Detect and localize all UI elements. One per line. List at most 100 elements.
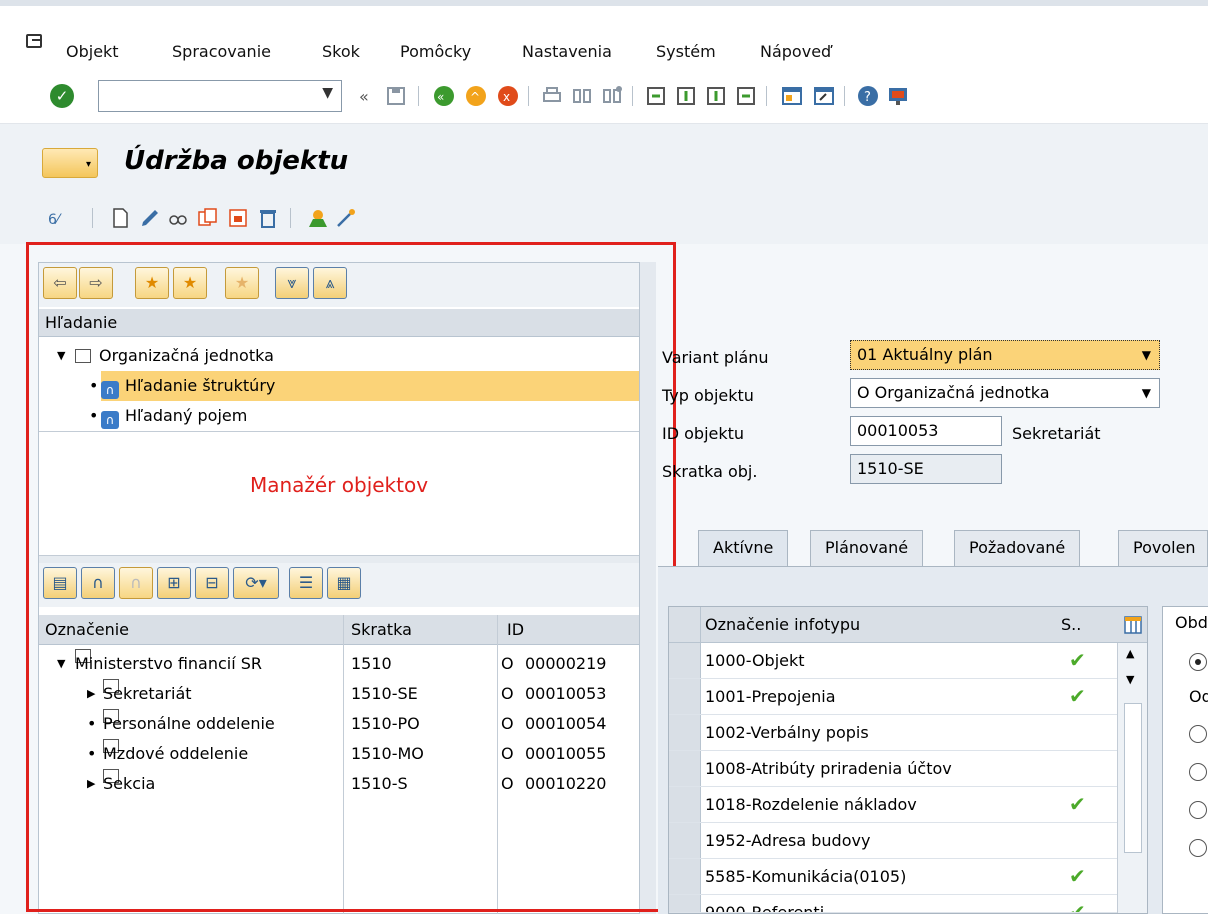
expand-down-icon[interactable]: ⩔: [275, 267, 309, 299]
favorite-icon[interactable]: ★: [173, 267, 207, 299]
table-row[interactable]: 1018-Rozdelenie nákladov ✔: [669, 787, 1147, 823]
scroll-thumb[interactable]: [1124, 703, 1142, 853]
menu-objekt[interactable]: Objekt: [66, 42, 119, 61]
find-next-icon[interactable]: [600, 84, 624, 108]
row-selector[interactable]: [669, 823, 701, 858]
table-row[interactable]: 9000-Referenti ✔: [669, 895, 1147, 913]
search-next-icon[interactable]: ∩: [119, 567, 153, 599]
menu-napoved[interactable]: Nápoveď: [760, 42, 831, 61]
row-selector[interactable]: [669, 895, 701, 912]
row-selector[interactable]: [669, 859, 701, 894]
back-green-icon[interactable]: «: [432, 84, 456, 108]
back-arrow-icon[interactable]: ⇦: [43, 267, 77, 299]
tree-node-structure-search[interactable]: ∩ Hľadanie štruktúry: [101, 371, 639, 401]
menu-system[interactable]: Systém: [656, 42, 716, 61]
details-icon[interactable]: ▤: [43, 567, 77, 599]
tree-node-term-search[interactable]: • ∩ Hľadaný pojem: [39, 401, 639, 431]
copy-icon[interactable]: [196, 206, 220, 230]
table-settings-icon[interactable]: [1123, 615, 1143, 635]
table-row[interactable]: • Personálne oddelenie 1510-PO O 0001005…: [39, 709, 639, 739]
table-row[interactable]: 1000-Objekt ✔: [669, 643, 1147, 679]
plan-variant-select[interactable]: 01 Aktuálny plán ▼: [850, 340, 1160, 370]
chevron-down-icon[interactable]: ▼: [322, 85, 333, 101]
infotype-scrollbar[interactable]: ▲ ▼: [1117, 643, 1147, 913]
find-icon[interactable]: [570, 84, 594, 108]
table-row[interactable]: ▶ Sekretariát 1510-SE O 00010053: [39, 679, 639, 709]
search-binoculars-icon[interactable]: ∩: [81, 567, 115, 599]
calendar-icon[interactable]: ▦: [327, 567, 361, 599]
object-type-select[interactable]: O Organizačná jednotka ▼: [850, 378, 1160, 408]
chevron-down-icon[interactable]: ▼: [1142, 341, 1151, 369]
add-favorite-icon[interactable]: ★: [135, 267, 169, 299]
object-id-input[interactable]: 00010053: [850, 416, 1002, 446]
tab-approved[interactable]: Povolen: [1118, 530, 1208, 566]
display-change-icon[interactable]: 6⁄: [48, 206, 72, 230]
back-double-chevron-icon[interactable]: «: [356, 84, 380, 108]
tab-requested[interactable]: Požadované: [954, 530, 1081, 566]
collapse-up-icon[interactable]: ⩓: [313, 267, 347, 299]
expand-triangle-icon[interactable]: ▼: [57, 341, 65, 371]
help-icon[interactable]: ?: [856, 84, 880, 108]
refresh-menu-icon[interactable]: ⟳▾: [233, 567, 279, 599]
period-radio-5[interactable]: [1189, 839, 1207, 857]
table-row[interactable]: • Mzdové oddelenie 1510-MO O 00010055: [39, 739, 639, 769]
table-row[interactable]: 1002-Verbálny popis: [669, 715, 1147, 751]
last-page-icon[interactable]: [734, 84, 758, 108]
period-radio-3[interactable]: [1189, 763, 1207, 781]
expand-triangle-icon[interactable]: ▶: [87, 769, 95, 799]
row-selector[interactable]: [669, 751, 701, 786]
column-header-status[interactable]: S..: [1061, 607, 1081, 643]
screen-menu-button[interactable]: ▾: [42, 148, 98, 178]
next-page-icon[interactable]: [704, 84, 728, 108]
collapse-node-icon[interactable]: ⊟: [195, 567, 229, 599]
cancel-icon[interactable]: x: [496, 84, 520, 108]
column-header-id[interactable]: ID: [507, 615, 524, 645]
shortcut-icon[interactable]: [812, 84, 836, 108]
tree-node-org-unit[interactable]: ▼ Organizačná jednotka: [39, 341, 639, 371]
layout-icon[interactable]: [886, 84, 910, 108]
menu-skok[interactable]: Skok: [322, 42, 360, 61]
new-session-icon[interactable]: [780, 84, 804, 108]
prev-page-icon[interactable]: [674, 84, 698, 108]
period-radio-1[interactable]: [1189, 653, 1207, 671]
table-row[interactable]: ▶ Sekcia 1510-S O 00010220: [39, 769, 639, 799]
period-radio-2[interactable]: [1189, 725, 1207, 743]
table-row[interactable]: 1001-Prepojenia ✔: [669, 679, 1147, 715]
command-field[interactable]: ▼: [98, 80, 342, 112]
tab-planned[interactable]: Plánované: [810, 530, 924, 566]
forward-arrow-icon[interactable]: ⇨: [79, 267, 113, 299]
tab-active[interactable]: Aktívne: [698, 530, 789, 566]
row-selector[interactable]: [669, 715, 701, 750]
delete-favorite-icon[interactable]: ★: [225, 267, 259, 299]
table-row[interactable]: 5585-Komunikácia(0105) ✔: [669, 859, 1147, 895]
table-row[interactable]: 1952-Adresa budovy: [669, 823, 1147, 859]
object-manager-scrollbar[interactable]: [640, 262, 656, 914]
table-row[interactable]: 1008-Atribúty priradenia účtov: [669, 751, 1147, 787]
table-row[interactable]: ▼ Ministerstvo financií SR 1510 O 000002…: [39, 649, 639, 679]
first-page-icon[interactable]: [644, 84, 668, 108]
scroll-down-icon[interactable]: ▼: [1126, 673, 1134, 686]
save-icon[interactable]: [384, 84, 408, 108]
change-icon[interactable]: [138, 206, 162, 230]
magic-wand-icon[interactable]: [334, 206, 358, 230]
menu-spracovanie[interactable]: Spracovanie: [172, 42, 271, 61]
ok-icon[interactable]: ✓: [50, 84, 74, 108]
expand-node-icon[interactable]: ⊞: [157, 567, 191, 599]
expand-triangle-icon[interactable]: ▶: [87, 679, 95, 709]
app-menu-icon[interactable]: [26, 34, 42, 48]
row-selector[interactable]: [669, 679, 701, 714]
menu-nastavenia[interactable]: Nastavenia: [522, 42, 612, 61]
list-icon[interactable]: ☰: [289, 567, 323, 599]
expand-triangle-icon[interactable]: ▼: [57, 649, 65, 679]
delete-icon[interactable]: [256, 206, 280, 230]
print-icon[interactable]: [540, 84, 564, 108]
chevron-down-icon[interactable]: ▼: [1142, 379, 1151, 407]
display-icon[interactable]: [166, 206, 190, 230]
delimit-icon[interactable]: [226, 206, 250, 230]
exit-icon[interactable]: ^: [464, 84, 488, 108]
column-header-abbr[interactable]: Skratka: [351, 615, 412, 645]
scroll-up-icon[interactable]: ▲: [1126, 647, 1134, 660]
row-selector[interactable]: [669, 643, 701, 678]
panel-splitter[interactable]: [39, 555, 639, 563]
column-header-infotype[interactable]: Označenie infotypu: [705, 607, 860, 643]
